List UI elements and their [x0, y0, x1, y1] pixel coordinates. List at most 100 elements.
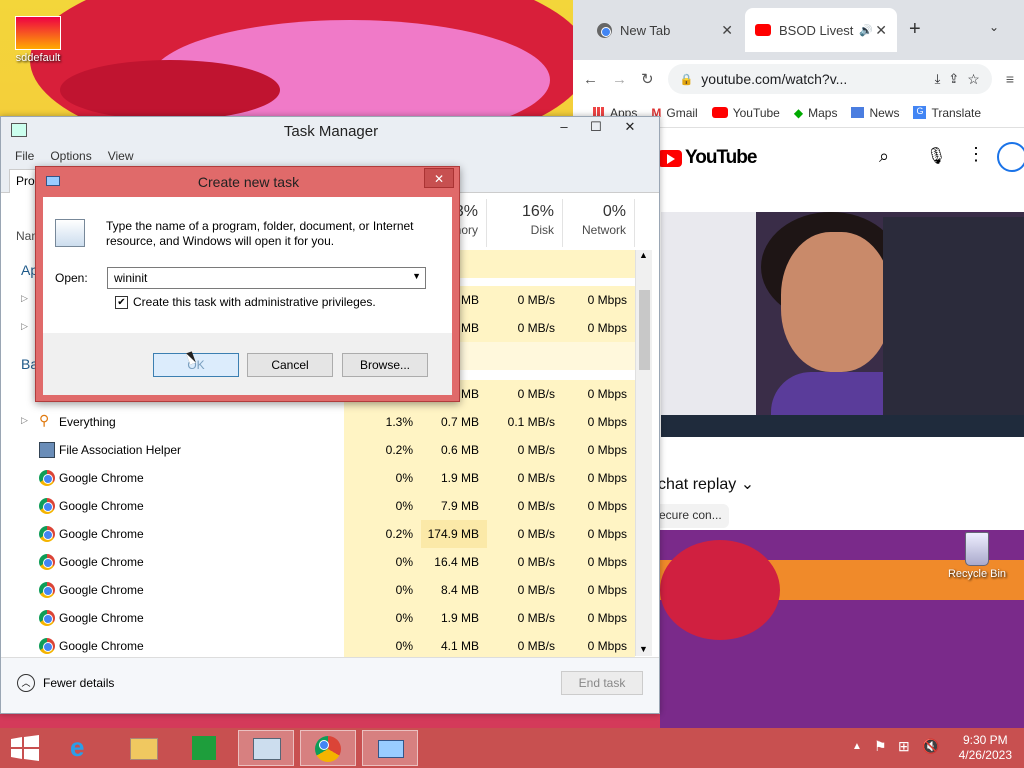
back-icon[interactable]: ←	[583, 71, 598, 88]
new-tab-icon[interactable]: +	[909, 18, 921, 41]
cancel-button[interactable]: Cancel	[247, 353, 333, 377]
memory-cell: 8.4 MB	[421, 576, 487, 604]
fewer-details-button[interactable]: ︿ Fewer details	[17, 674, 114, 692]
chrome-tab-strip: New Tab ✕ BSOD Livest 🔊 ✕ + ⌄	[573, 0, 1024, 60]
bookmark-youtube[interactable]: YouTube	[711, 106, 780, 120]
table-row[interactable]: Google Chrome 0.2% 174.9 MB 0 MB/s 0 Mbp…	[9, 520, 635, 548]
video-inner-window	[883, 217, 1024, 417]
expand-chevron-icon[interactable]: ▷	[21, 321, 28, 332]
share-icon[interactable]: ⇪	[948, 71, 959, 87]
close-tab-icon[interactable]: ✕	[875, 22, 887, 39]
tab-search-chevron-icon[interactable]: ⌄	[989, 20, 999, 34]
maximize-icon[interactable]: ☐	[581, 119, 611, 139]
process-name: Google Chrome	[59, 555, 144, 569]
network-cell: 0 Mbps	[563, 576, 635, 604]
forward-icon[interactable]: →	[612, 71, 627, 88]
chrome-icon	[39, 470, 55, 486]
tab-new-tab[interactable]: New Tab ✕	[587, 8, 743, 52]
download-icon[interactable]: ⤓	[935, 71, 941, 87]
memory-cell: 0.7 MB	[421, 408, 487, 436]
menu-view[interactable]: View	[108, 149, 134, 163]
search-icon: ⚲	[39, 412, 50, 428]
network-icon[interactable]: ⊞	[898, 738, 910, 755]
close-tab-icon[interactable]: ✕	[721, 22, 733, 39]
show-hidden-icons-icon[interactable]: ▲	[852, 741, 862, 752]
video-player[interactable]	[661, 212, 1024, 437]
network-cell: 0 Mbps	[563, 408, 635, 436]
volume-muted-icon[interactable]: 🔇	[922, 738, 939, 755]
chevron-down-icon[interactable]: ▼	[412, 271, 421, 281]
table-row[interactable]: Google Chrome 0% 1.9 MB 0 MB/s 0 Mbps	[9, 464, 635, 492]
more-vert-icon[interactable]: ⋮	[967, 144, 985, 165]
search-icon[interactable]: ⌕	[879, 146, 889, 167]
menu-file[interactable]: File	[15, 149, 34, 163]
tab-label: New Tab	[620, 22, 671, 38]
bookmark-star-icon[interactable]: ☆	[967, 71, 980, 88]
taskbar-create-new-task[interactable]	[362, 730, 418, 766]
table-row[interactable]: Google Chrome 0% 1.9 MB 0 MB/s 0 Mbps	[9, 604, 635, 632]
browse-button[interactable]: Browse...	[342, 353, 428, 377]
video-taskbar-strip	[661, 415, 1024, 437]
chrome-newtab-icon	[597, 22, 612, 38]
youtube-logo[interactable]: YouTube	[658, 147, 757, 169]
network-column-header[interactable]: 0% Network	[563, 199, 635, 247]
audio-playing-icon[interactable]: 🔊	[859, 24, 873, 37]
close-icon[interactable]: ✕	[615, 119, 645, 139]
bookmark-translate[interactable]: G Translate	[913, 106, 981, 120]
expand-chevron-icon[interactable]: ▷	[21, 293, 28, 304]
end-task-button[interactable]: End task	[561, 671, 643, 695]
action-center-flag-icon[interactable]: ⚑	[874, 738, 887, 755]
scrollbar-thumb[interactable]	[639, 290, 650, 370]
bookmark-maps[interactable]: ◆ Maps	[794, 106, 838, 120]
account-icon[interactable]	[997, 142, 1024, 172]
clock[interactable]: 9:30 PM 4/26/2023	[959, 733, 1012, 763]
table-row[interactable]: Google Chrome 0% 7.9 MB 0 MB/s 0 Mbps	[9, 492, 635, 520]
chat-replay-toggle[interactable]: chat replay ⌄	[658, 474, 754, 494]
taskbar-store[interactable]	[176, 730, 232, 766]
scroll-up-icon[interactable]: ▲	[639, 250, 648, 260]
suggestion-chip[interactable]: ecure con...	[651, 504, 729, 528]
process-list-scrollbar[interactable]: ▲ ▼	[635, 250, 652, 656]
address-bar[interactable]: 🔒 youtube.com/watch?v... ⤓ ⇪ ☆	[667, 64, 992, 94]
checkbox-checked-icon[interactable]: ✔	[115, 295, 128, 309]
network-cell: 0 Mbps	[563, 436, 635, 464]
process-name: Everything	[59, 415, 116, 429]
disk-cell: 0 MB/s	[487, 576, 563, 604]
taskbar-task-manager[interactable]	[238, 730, 294, 766]
network-cell: 0 Mbps	[563, 314, 635, 342]
taskbar-internet-explorer[interactable]: e	[56, 730, 112, 766]
scroll-down-icon[interactable]: ▼	[639, 644, 648, 654]
menu-options[interactable]: Options	[50, 149, 91, 163]
close-icon[interactable]: ✕	[424, 168, 454, 188]
desktop-icon-recycle-bin[interactable]: Recycle Bin	[942, 532, 1012, 580]
desktop-icon-sddefault[interactable]: sddefault	[10, 16, 66, 64]
cpu-cell: 0%	[344, 464, 421, 492]
microphone-icon[interactable]: 🎙	[926, 146, 946, 166]
bookmark-news[interactable]: News	[851, 106, 899, 120]
table-row[interactable]: Google Chrome 0% 4.1 MB 0 MB/s 0 Mbps	[9, 632, 635, 660]
open-combobox[interactable]: wininit ▼	[107, 267, 426, 289]
admin-privileges-checkbox[interactable]: ✔ Create this task with administrative p…	[115, 295, 376, 309]
chrome-icon	[39, 498, 55, 514]
taskbar-file-explorer[interactable]	[116, 730, 172, 766]
tab-bsod-livestream[interactable]: BSOD Livest 🔊 ✕	[745, 8, 897, 52]
reading-list-icon[interactable]: ≡	[1006, 71, 1014, 87]
disk-column-header[interactable]: 16% Disk	[487, 199, 563, 247]
expand-chevron-icon[interactable]: ▷	[21, 415, 28, 426]
bookmark-label: Gmail	[666, 105, 698, 120]
minimize-icon[interactable]: –	[549, 119, 579, 139]
network-cell: 0 Mbps	[563, 492, 635, 520]
ok-button[interactable]: OK	[153, 353, 239, 377]
start-button[interactable]	[0, 730, 50, 766]
video-screenshot-panel	[661, 212, 756, 437]
table-row[interactable]: Google Chrome 0% 16.4 MB 0 MB/s 0 Mbps	[9, 548, 635, 576]
task-manager-titlebar: Task Manager – ☐ ✕	[1, 117, 659, 145]
table-row[interactable]: File Association Helper 0.2% 0.6 MB 0 MB…	[9, 436, 635, 464]
table-row[interactable]: ▷ ⚲ Everything 1.3% 0.7 MB 0.1 MB/s 0 Mb…	[9, 408, 635, 436]
admin-checkbox-label: Create this task with administrative pri…	[133, 295, 376, 309]
chrome-icon	[315, 736, 341, 762]
cpu-cell: 0%	[344, 548, 421, 576]
reload-icon[interactable]: ↻	[641, 70, 654, 88]
taskbar-chrome[interactable]	[300, 730, 356, 766]
table-row[interactable]: Google Chrome 0% 8.4 MB 0 MB/s 0 Mbps	[9, 576, 635, 604]
